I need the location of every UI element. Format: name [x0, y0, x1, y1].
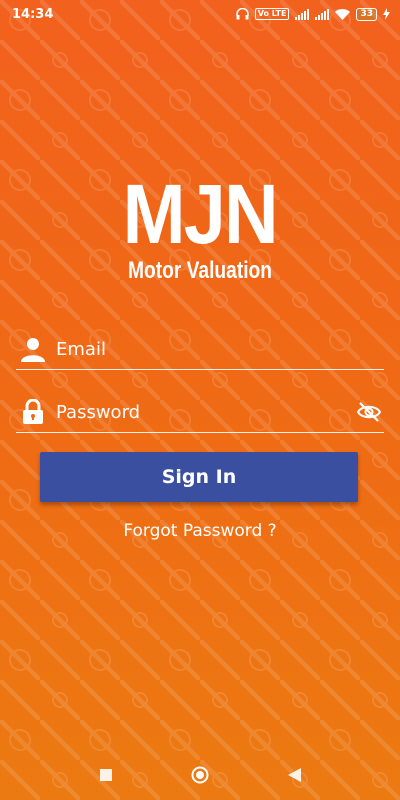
charging-icon [383, 8, 390, 20]
home-button[interactable] [188, 763, 212, 787]
wifi-icon [335, 8, 351, 20]
email-input[interactable] [50, 338, 384, 360]
lock-icon [16, 399, 50, 425]
navigation-bar [0, 750, 400, 800]
signal-icon [315, 8, 330, 20]
logo-subtitle: Motor Valuation [128, 257, 272, 284]
back-button[interactable] [282, 763, 306, 787]
square-icon [100, 769, 112, 781]
sign-in-button[interactable]: Sign In [40, 452, 358, 502]
password-field[interactable] [16, 392, 384, 433]
logo-title: MJN [122, 167, 279, 261]
recents-button[interactable] [94, 763, 118, 787]
status-time: 14:34 [12, 6, 54, 22]
email-field[interactable] [16, 329, 384, 370]
volte-badge: Vo LTE [254, 8, 290, 20]
signal-icon [295, 8, 310, 20]
password-input[interactable] [50, 401, 354, 423]
person-icon [16, 336, 50, 362]
status-icons: Vo LTE 33 [235, 7, 390, 21]
app-logo: MJN Motor Valuation [0, 172, 400, 284]
battery-indicator: 33 [356, 7, 377, 21]
circle-icon [191, 766, 209, 784]
triangle-back-icon [287, 768, 301, 782]
forgot-password-link[interactable]: Forgot Password ? [0, 521, 400, 541]
eye-off-icon[interactable] [354, 402, 384, 422]
headphones-icon [235, 8, 249, 20]
status-bar: 14:34 Vo LTE 33 [0, 0, 400, 28]
